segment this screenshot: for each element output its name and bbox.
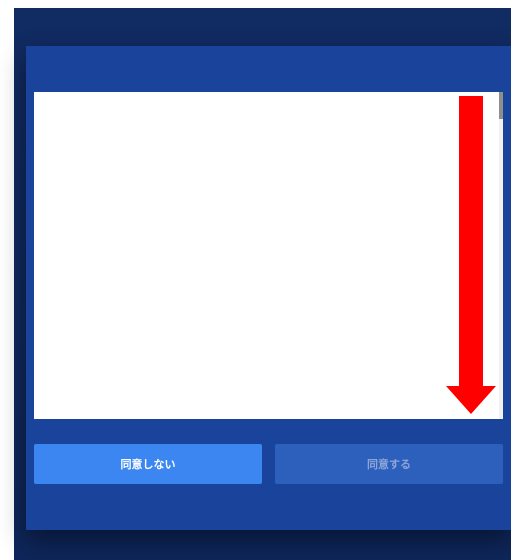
scrollbar[interactable] xyxy=(499,92,503,419)
agreement-content-frame[interactable] xyxy=(34,92,503,419)
disagree-button[interactable]: 同意しない xyxy=(34,444,262,484)
agreement-dialog: 同意しない 同意する xyxy=(26,46,511,530)
arrow-head xyxy=(446,386,496,414)
down-arrow-icon xyxy=(446,96,496,414)
arrow-shaft xyxy=(459,96,483,388)
scrollbar-thumb[interactable] xyxy=(499,92,503,119)
agree-button[interactable]: 同意する xyxy=(275,444,503,484)
